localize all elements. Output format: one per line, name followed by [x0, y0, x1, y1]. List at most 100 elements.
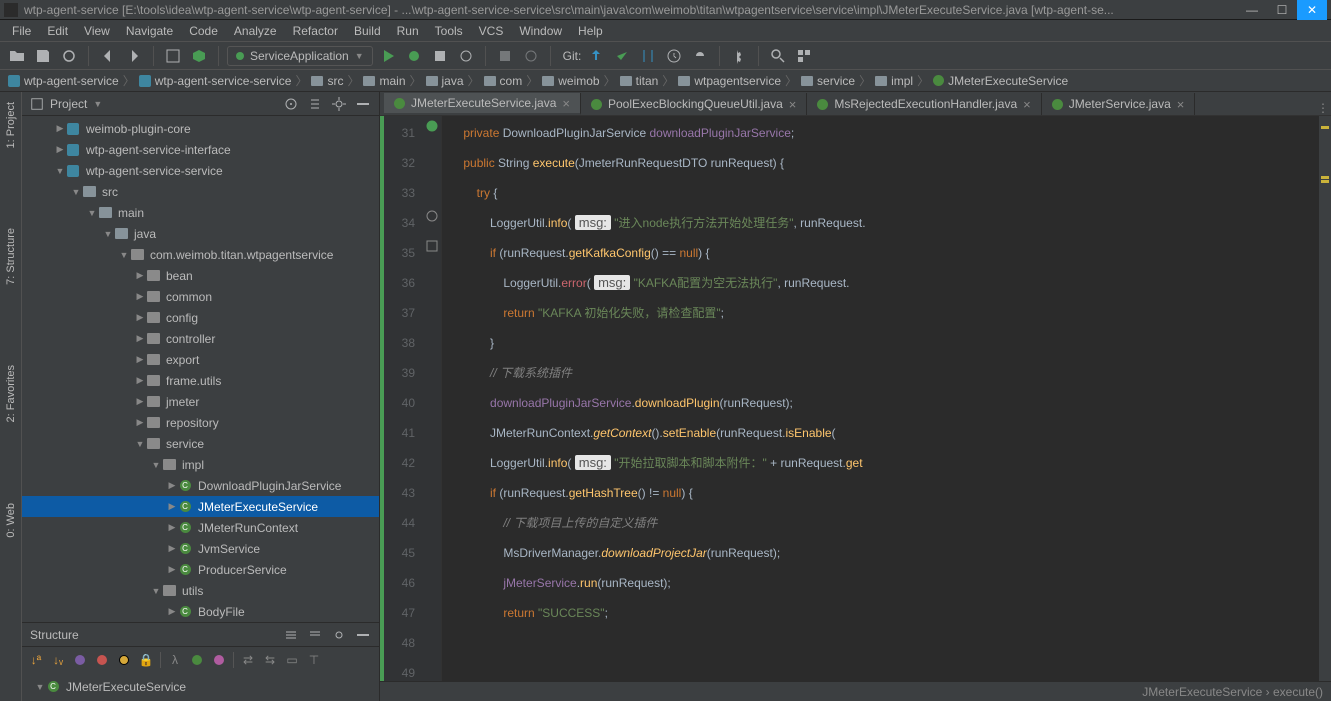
close-tab-icon[interactable]: × [1177, 97, 1185, 112]
minimize-button[interactable]: — [1237, 0, 1267, 20]
crumb-root[interactable]: wtp-agent-service [6, 74, 121, 88]
group-icon[interactable]: ▭ [284, 652, 300, 668]
menu-edit[interactable]: Edit [39, 24, 76, 38]
tree-item[interactable]: ▶config [22, 307, 379, 328]
ide-settings-icon[interactable] [728, 45, 750, 67]
tree-item[interactable]: ▶export [22, 349, 379, 370]
run-config-selector[interactable]: ServiceApplication ▼ [227, 46, 373, 66]
tree-item[interactable]: ▼service [22, 433, 379, 454]
menu-refactor[interactable]: Refactor [285, 24, 346, 38]
tree-item[interactable]: ▶common [22, 286, 379, 307]
collapse-mark-icon[interactable] [424, 238, 440, 254]
menu-help[interactable]: Help [570, 24, 611, 38]
crumb-main[interactable]: main [361, 74, 407, 88]
close-tab-icon[interactable]: × [1023, 97, 1031, 112]
vcs-update-icon[interactable] [585, 45, 607, 67]
menu-navigate[interactable]: Navigate [118, 24, 181, 38]
structure-hide-icon[interactable] [355, 627, 371, 643]
coverage-icon[interactable] [429, 45, 451, 67]
tree-item[interactable]: ▼src [22, 181, 379, 202]
build-project-icon[interactable] [188, 45, 210, 67]
tree-item[interactable]: ▶jmeter [22, 391, 379, 412]
project-structure-icon[interactable] [793, 45, 815, 67]
autoscroll-from-icon[interactable]: ⇆ [262, 652, 278, 668]
structure-collapse-icon[interactable] [307, 627, 323, 643]
crumb-module[interactable]: wtp-agent-service-service [137, 74, 294, 88]
vcs-rollback-icon[interactable] [689, 45, 711, 67]
tree-item[interactable]: ▶controller [22, 328, 379, 349]
forward-icon[interactable] [123, 45, 145, 67]
tree-item[interactable]: ▼impl [22, 454, 379, 475]
attach-icon[interactable] [520, 45, 542, 67]
editor-tab[interactable]: PoolExecBlockingQueueUtil.java× [581, 93, 807, 115]
hide-icon[interactable] [355, 96, 371, 112]
back-icon[interactable] [97, 45, 119, 67]
menu-build[interactable]: Build [346, 24, 389, 38]
menu-vcs[interactable]: VCS [471, 24, 512, 38]
tool-tab-structure[interactable]: 7: Structure [5, 228, 17, 285]
structure-tree[interactable]: ▼ C JMeterExecuteService [22, 672, 379, 701]
search-icon[interactable] [767, 45, 789, 67]
editor-body[interactable]: 31323334353637383940414243444546474849 p… [380, 116, 1331, 681]
crumb-service[interactable]: service [799, 74, 857, 88]
sync-mark-icon[interactable] [424, 118, 440, 134]
menu-view[interactable]: View [76, 24, 118, 38]
editor-tab[interactable]: JMeterService.java× [1042, 93, 1196, 115]
tool-tab-web[interactable]: 0: Web [5, 503, 17, 538]
sort-alpha-icon[interactable]: ↓ª [28, 652, 44, 668]
tool-tab-project[interactable]: 1: Project [5, 102, 17, 148]
close-tab-icon[interactable]: × [789, 97, 797, 112]
menu-run[interactable]: Run [389, 24, 427, 38]
open-icon[interactable] [6, 45, 28, 67]
vcs-compare-icon[interactable] [637, 45, 659, 67]
close-tab-icon[interactable]: × [562, 96, 570, 111]
filter-interface-icon[interactable] [72, 652, 88, 668]
build-icon[interactable] [162, 45, 184, 67]
tree-item[interactable]: ▼wtp-agent-service-service [22, 160, 379, 181]
error-stripe[interactable] [1319, 116, 1331, 681]
editor-breadcrumbs[interactable]: JMeterExecuteService › execute() [380, 681, 1331, 701]
autoscroll-source-icon[interactable]: ⇄ [240, 652, 256, 668]
gear-icon[interactable] [331, 96, 347, 112]
profile-icon[interactable] [455, 45, 477, 67]
tree-item[interactable]: ▶bean [22, 265, 379, 286]
crumb-pkg[interactable]: wtpagentservice [676, 74, 783, 88]
debug-icon[interactable] [403, 45, 425, 67]
filter-method-icon[interactable] [211, 652, 227, 668]
crumb-impl[interactable]: impl [873, 74, 915, 88]
tree-item[interactable]: ▶CJvmService [22, 538, 379, 559]
tool-tab-favorites[interactable]: 2: Favorites [5, 365, 17, 422]
maximize-button[interactable]: ☐ [1267, 0, 1297, 20]
project-tree[interactable]: ▶weimob-plugin-core▶wtp-agent-service-in… [22, 116, 379, 622]
tree-item[interactable]: ▼utils [22, 580, 379, 601]
tree-item[interactable]: ▶CDownloadPluginJarService [22, 475, 379, 496]
menu-code[interactable]: Code [181, 24, 226, 38]
tree-item[interactable]: ▼main [22, 202, 379, 223]
tree-item[interactable]: ▶frame.utils [22, 370, 379, 391]
structure-gear-icon[interactable] [331, 627, 347, 643]
save-all-icon[interactable] [32, 45, 54, 67]
filter-property-icon[interactable] [94, 652, 110, 668]
sort-visibility-icon[interactable]: ↓ᵥ [50, 652, 66, 668]
menu-file[interactable]: File [4, 24, 39, 38]
menu-window[interactable]: Window [511, 24, 570, 38]
structure-expand-icon[interactable] [283, 627, 299, 643]
flatten-icon[interactable]: ⊤ [306, 652, 322, 668]
tree-item[interactable]: ▼com.weimob.titan.wtpagentservice [22, 244, 379, 265]
vcs-history-icon[interactable] [663, 45, 685, 67]
tree-item[interactable]: ▶CJMeterRunContext [22, 517, 379, 538]
sync-icon[interactable] [58, 45, 80, 67]
editor-tab[interactable]: MsRejectedExecutionHandler.java× [807, 93, 1041, 115]
crumb-src[interactable]: src [309, 74, 345, 88]
tree-item[interactable]: ▼java [22, 223, 379, 244]
filter-lock-icon[interactable]: 🔒 [138, 652, 154, 668]
tree-item[interactable]: ▶CProducerService [22, 559, 379, 580]
crumb-class[interactable]: JMeterExecuteService [931, 74, 1070, 88]
tree-item[interactable]: ▶wtp-agent-service-interface [22, 139, 379, 160]
locate-icon[interactable] [283, 96, 299, 112]
close-button[interactable]: ✕ [1297, 0, 1327, 20]
filter-lambda-icon[interactable]: λ [167, 652, 183, 668]
crumb-com[interactable]: com [482, 74, 525, 88]
code-area[interactable]: private DownloadPluginJarService downloa… [442, 116, 1319, 681]
run-icon[interactable] [377, 45, 399, 67]
